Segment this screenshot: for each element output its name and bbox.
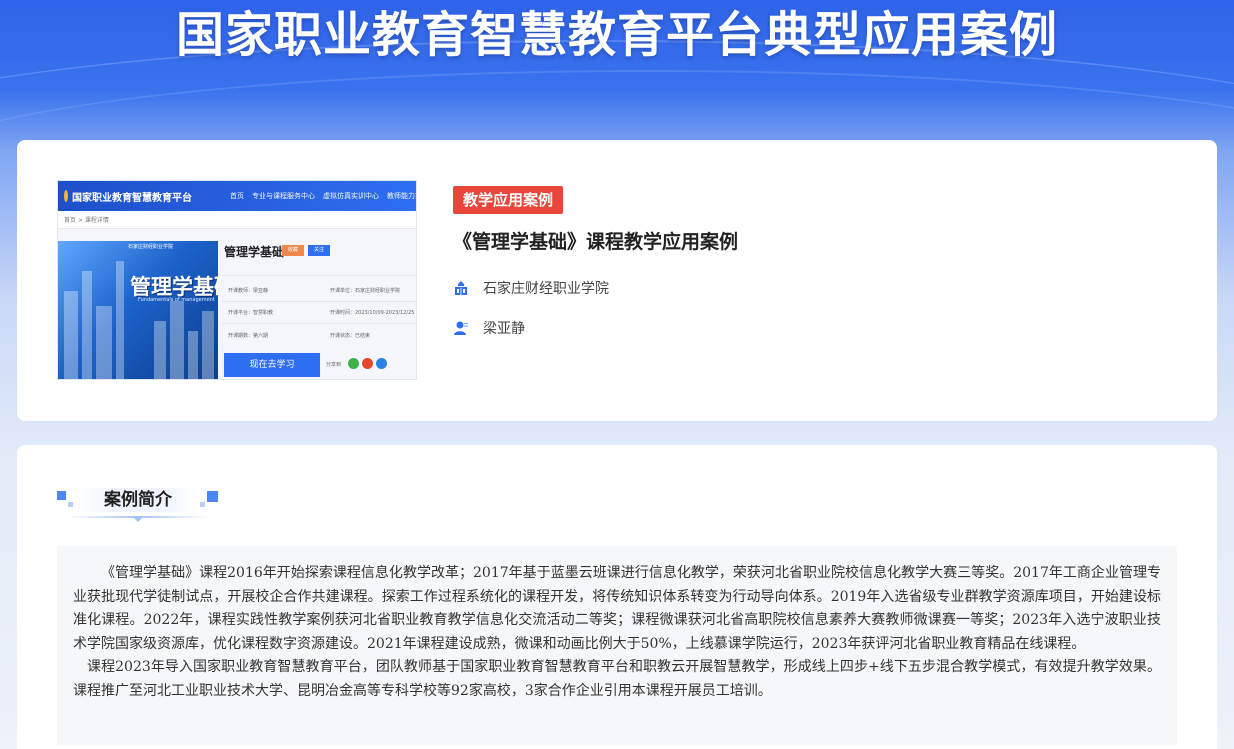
thumb-info-row: 开课教师：梁亚静 [228,288,269,294]
thumb-nav-item: 首页 [230,192,244,200]
thumb-info-row: 开课平台：智慧职教 [228,310,274,316]
building-icon [455,281,467,295]
thumb-course-title: 管理学基础 [224,245,285,259]
thumb-share-label: 分享到 [326,362,342,368]
case-summary-card: 国家职业教育智慧教育平台 首页 专业与课程服务中心 虚拟仿真实训中心 教师能力提… [17,140,1217,421]
course-thumbnail[interactable]: 国家职业教育智慧教育平台 首页 专业与课程服务中心 虚拟仿真实训中心 教师能力提… [57,180,417,380]
case-school-name: 石家庄财经职业学院 [483,281,609,297]
section-heading: 案例简介 [57,487,219,527]
thumb-badge-2: 关注 [308,245,330,256]
thumb-nav-item: 教师能力提升中心 [387,192,416,200]
intro-paragraph: 课程2023年导入国家职业教育智慧教育平台，团队教师基于国家职业教育智慧教育平台… [73,659,1161,699]
case-title: 《管理学基础》课程教学应用案例 [453,231,739,253]
section-heading-label: 案例简介 [104,490,172,510]
case-intro-card: 案例简介 《管理学基础》课程2016年开始探索课程信息化教学改革；2017年基于… [17,445,1217,749]
qq-icon [376,358,387,369]
thumb-cover-header: 石家庄财经职业学院 [128,244,174,250]
thumb-breadcrumb: 首页 > 课程详情 [58,211,416,229]
thumb-info-row: 开课期数：第六期 [228,333,269,339]
case-author: 梁亚静 [453,318,525,338]
thumb-platform-name: 国家职业教育智慧教育平台 [72,192,192,204]
case-type-tag: 教学应用案例 [453,186,564,214]
thumb-info-row: 开课状态：已结束 [330,333,371,339]
thumb-study-button: 现在去学习 [224,353,320,377]
thumb-badge-1: 收藏 [282,245,304,256]
thumb-course-cover: 石家庄财经职业学院 管理学基础 Fundamentals of manageme… [58,241,218,379]
wechat-icon [348,358,359,369]
case-school: 石家庄财经职业学院 [453,278,609,298]
thumb-cover-subtitle: Fundamentals of management [138,297,215,303]
thumb-nav-item: 虚拟仿真实训中心 [323,192,379,200]
weibo-icon [362,358,373,369]
intro-text: 《管理学基础》课程2016年开始探索课程信息化教学改革；2017年基于蓝墨云班课… [57,546,1177,745]
thumb-info-row: 开课时间：2023/10/09-2023/12/25 [330,310,415,316]
thumb-nav-bar: 国家职业教育智慧教育平台 首页 专业与课程服务中心 虚拟仿真实训中心 教师能力提… [58,181,416,211]
case-author-name: 梁亚静 [483,321,525,337]
thumb-course-info: 管理学基础 收藏 关注 开课教师：梁亚静 开课单位：石家庄财经职业学院 开课平台… [222,241,416,379]
platform-logo-icon [64,190,68,202]
page-title: 国家职业教育智慧教育平台典型应用案例 [175,7,1058,63]
thumb-nav-item: 专业与课程服务中心 [252,192,315,200]
thumb-info-row: 开课单位：石家庄财经职业学院 [330,288,401,294]
intro-paragraph: 《管理学基础》课程2016年开始探索课程信息化教学改革；2017年基于蓝墨云班课… [73,565,1161,652]
user-icon [454,321,468,335]
